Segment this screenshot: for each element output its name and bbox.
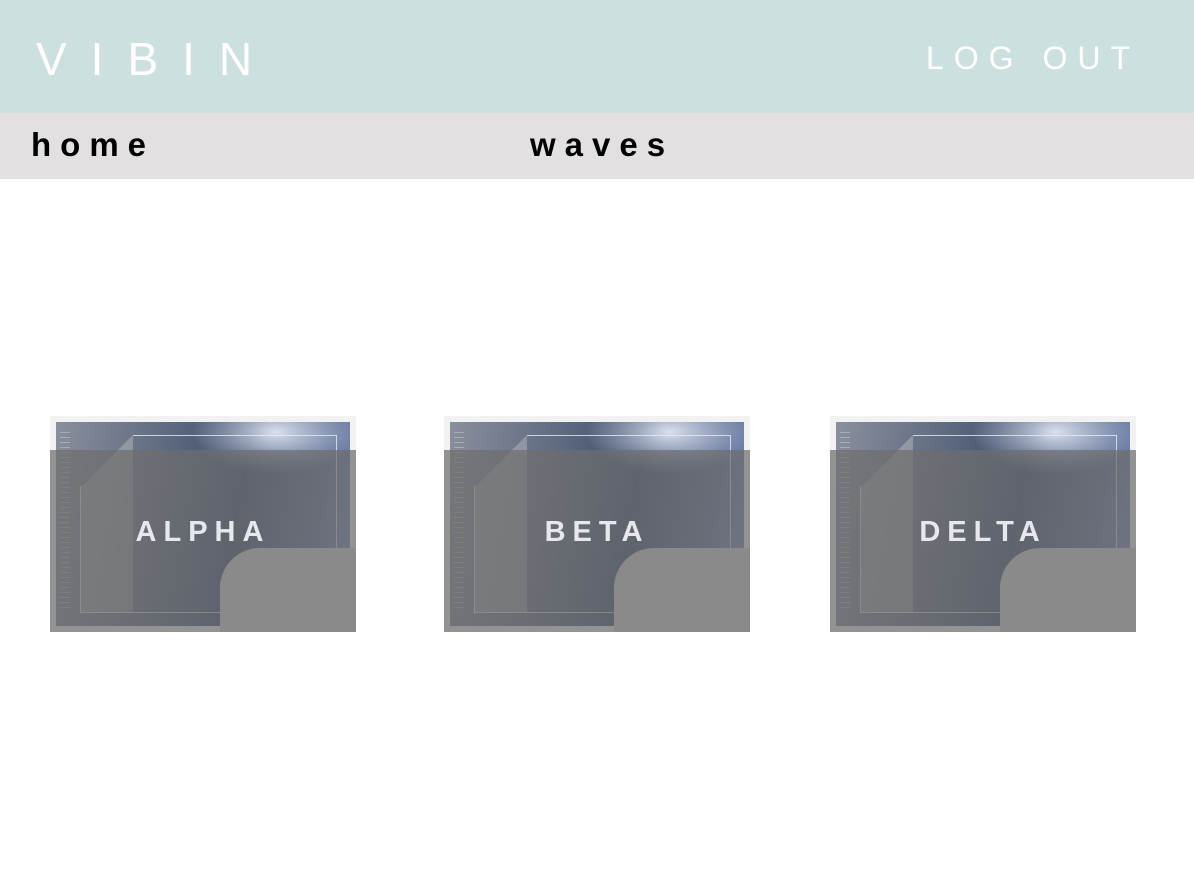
nav-item-home[interactable]: home xyxy=(31,125,155,165)
card-alpha[interactable]: ALPHA xyxy=(50,416,356,632)
card-overlay-shape xyxy=(1000,548,1136,632)
log-out-button[interactable]: LOG OUT xyxy=(926,40,1140,76)
card-delta[interactable]: DELTA xyxy=(830,416,1136,632)
card-label: DELTA xyxy=(919,516,1047,548)
card-label: BETA xyxy=(544,516,650,548)
brand-logo: VIBIN xyxy=(36,33,277,85)
card-overlay-shape xyxy=(614,548,750,632)
header-bar: VIBIN LOG OUT xyxy=(0,0,1194,113)
card-beta[interactable]: BETA xyxy=(444,416,750,632)
nav-item-waves[interactable]: waves xyxy=(530,125,674,165)
card-thumbnail-frame-top xyxy=(133,435,336,436)
nav-bar: home waves xyxy=(0,113,1194,179)
card-thumbnail-frame-top xyxy=(527,435,730,436)
card-overlay-shape xyxy=(220,548,356,632)
card-label: ALPHA xyxy=(135,516,271,548)
card-thumbnail-frame-top xyxy=(913,435,1116,436)
